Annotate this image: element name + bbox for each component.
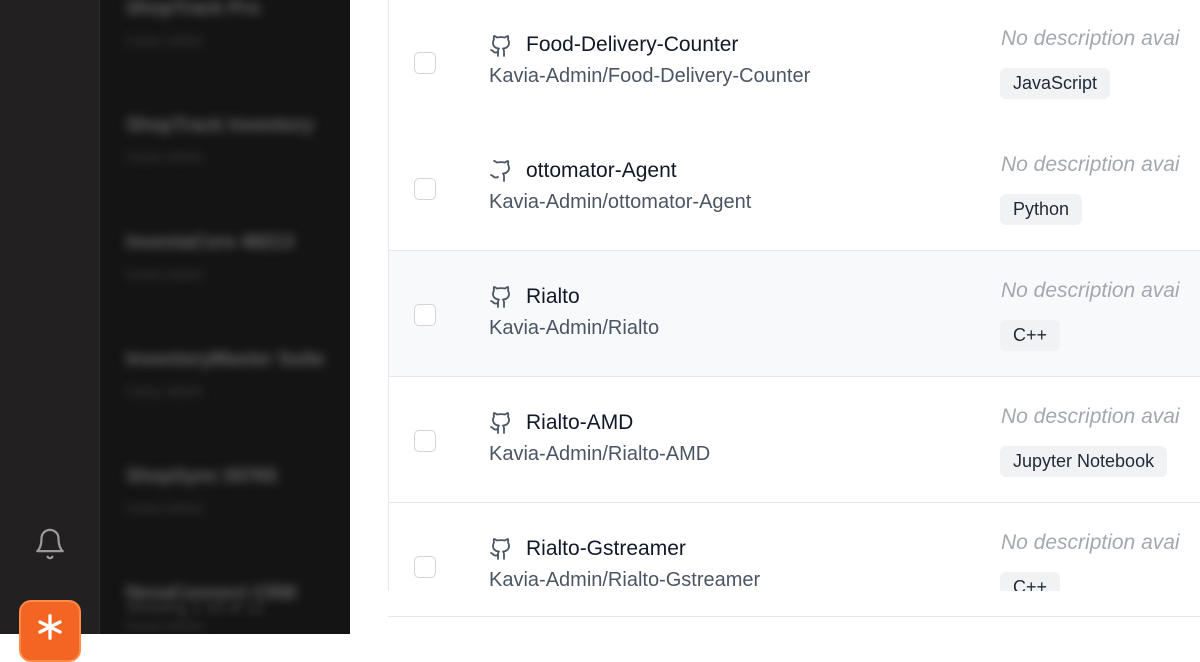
list-item-subtitle: Kavia Admin (126, 32, 204, 48)
repository-table[interactable]: Food-Delivery-Counter Kavia-Admin/Food-D… (388, 0, 1200, 591)
brand-logo-icon[interactable] (19, 600, 81, 662)
repo-full-name: Kavia-Admin/Food-Delivery-Counter (489, 65, 811, 87)
list-item-title: InventoryMaster Suite (126, 349, 325, 370)
repo-name[interactable]: Rialto (526, 285, 580, 309)
pagination-text: Showing 1-10 of 12 (126, 600, 264, 617)
list-item-title: ShopTrack Pro (126, 0, 261, 19)
repo-name[interactable]: Food-Delivery-Counter (526, 33, 738, 57)
list-item-title: ShopSync 00765 (126, 466, 278, 487)
list-item: InventoryMaster Suite Kavia Admin (126, 349, 350, 450)
table-row[interactable]: Rialto-Gstreamer Kavia-Admin/Rialto-Gstr… (389, 503, 1200, 591)
list-item-subtitle: Kavia Admin (126, 617, 204, 633)
repo-description: No description avai (1001, 153, 1180, 176)
table-bottom-divider (388, 616, 1200, 617)
row-checkbox[interactable] (414, 178, 436, 200)
repo-full-name: Kavia-Admin/ottomator-Agent (489, 191, 752, 213)
row-checkbox[interactable] (414, 430, 436, 452)
bell-icon[interactable] (30, 522, 70, 566)
repo-name[interactable]: Rialto-AMD (526, 411, 633, 435)
github-icon (489, 34, 513, 58)
repo-full-name: Kavia-Admin/Rialto (489, 317, 660, 339)
repo-description: No description avai (1001, 279, 1180, 302)
list-item: ShopTrack Pro Kavia Admin (126, 0, 350, 99)
table-row[interactable]: ottomator-Agent Kavia-Admin/ottomator-Ag… (389, 125, 1200, 251)
row-checkbox[interactable] (414, 304, 436, 326)
language-badge: Python (1000, 194, 1083, 225)
repo-description: No description avai (1001, 405, 1180, 428)
app-sidebar (0, 0, 100, 662)
table-row[interactable]: Rialto-AMD Kavia-Admin/Rialto-AMD No des… (389, 377, 1200, 503)
row-checkbox[interactable] (414, 556, 436, 578)
github-icon (489, 411, 513, 435)
list-item: ShopSync 00765 Kavia Admin (126, 466, 350, 567)
github-icon (489, 285, 513, 309)
repo-full-name: Kavia-Admin/Rialto-Gstreamer (489, 569, 761, 591)
background-project-list: ShopTrack Pro Kavia Admin ShopTrack Inve… (100, 0, 350, 634)
list-item-title: ShopTrack Inventory (126, 115, 314, 136)
row-checkbox[interactable] (414, 52, 436, 74)
list-item-subtitle: Kavia Admin (126, 266, 204, 282)
list-item: ShopTrack Inventory Kavia Admin (126, 115, 350, 216)
repo-description: No description avai (1001, 27, 1180, 50)
github-icon (489, 159, 513, 183)
repo-full-name: Kavia-Admin/Rialto-AMD (489, 443, 711, 465)
list-item-title: InventaCore 48213 (126, 232, 294, 253)
github-icon (489, 537, 513, 561)
table-row[interactable]: Food-Delivery-Counter Kavia-Admin/Food-D… (389, 0, 1200, 126)
repo-name[interactable]: ottomator-Agent (526, 159, 677, 183)
table-row[interactable]: Rialto Kavia-Admin/Rialto No description… (389, 251, 1200, 377)
import-repositories-panel: Food-Delivery-Counter Kavia-Admin/Food-D… (350, 0, 1200, 634)
repo-name[interactable]: Rialto-Gstreamer (526, 537, 686, 561)
language-badge: C++ (1000, 572, 1061, 591)
language-badge: Jupyter Notebook (1000, 446, 1168, 477)
language-badge: JavaScript (1000, 68, 1111, 99)
list-item-subtitle: Kavia Admin (126, 149, 204, 165)
list-item-subtitle: Kavia Admin (126, 500, 204, 516)
list-item: InventaCore 48213 Kavia Admin (126, 232, 350, 333)
language-badge: C++ (1000, 320, 1061, 351)
list-item-subtitle: Kavia Admin (126, 383, 204, 399)
repo-description: No description avai (1001, 531, 1180, 554)
